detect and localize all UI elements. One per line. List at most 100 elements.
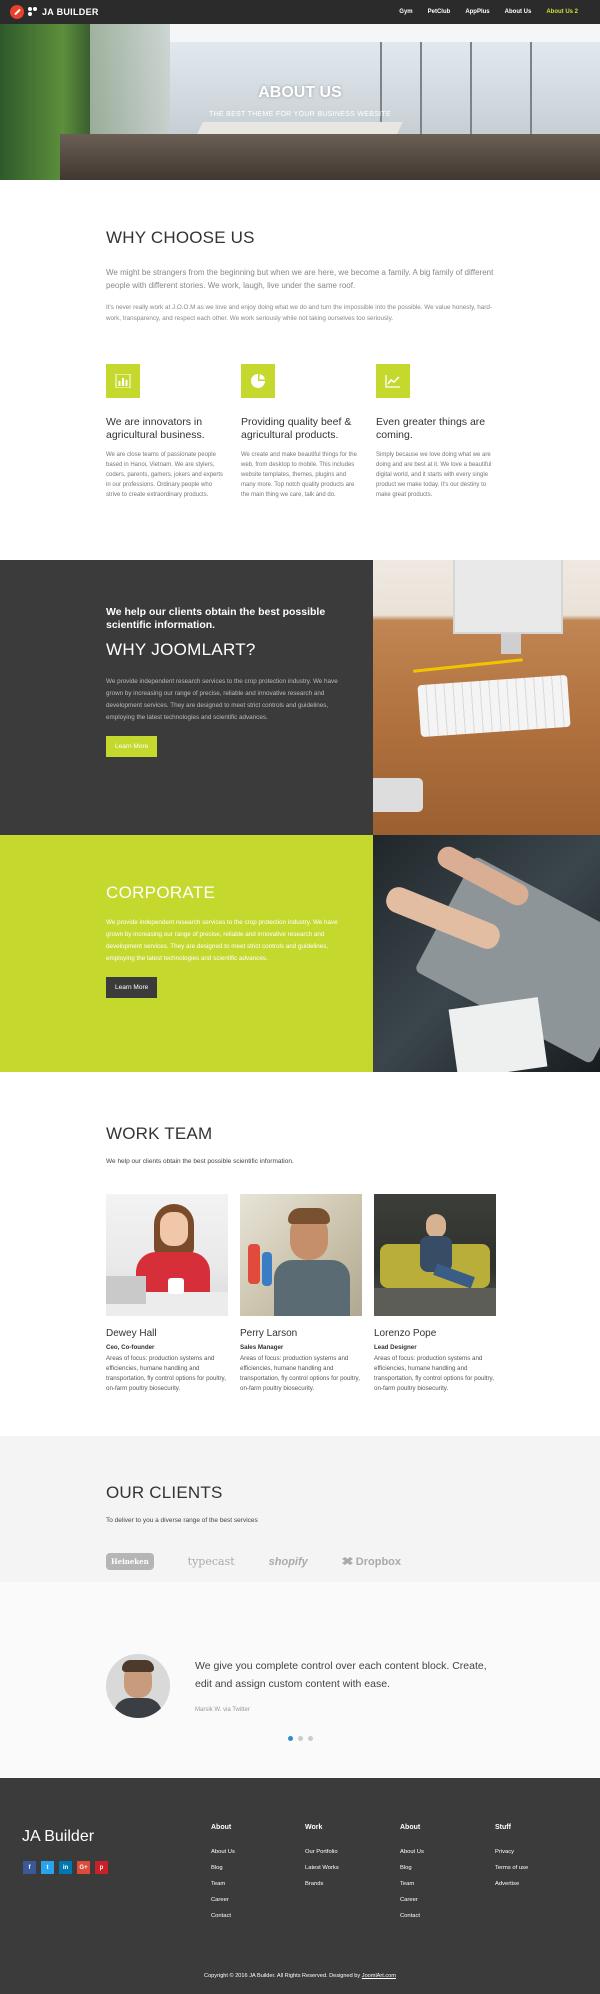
menu-item-about-us-2[interactable]: About Us 2 [546, 9, 578, 15]
feature-text: Simply because we love doing what we are… [376, 452, 492, 498]
member-photo [374, 1194, 496, 1316]
footer-link[interactable]: About Us [211, 1844, 301, 1860]
facebook-icon[interactable]: f [23, 1861, 36, 1874]
footer-link[interactable]: Advertise [495, 1876, 585, 1892]
team-member-card: Perry Larson Sales Manager Areas of focu… [240, 1194, 362, 1394]
clients-section: OUR CLIENTS To deliver to you a diverse … [106, 1483, 496, 1524]
client-logos: Heineken typecast shopify Dropbox [106, 1553, 506, 1570]
carousel-dots [288, 1736, 313, 1741]
footer-link[interactable]: Team [211, 1876, 301, 1892]
footer-column-work: Work Our Portfolio Latest Works Brands [305, 1824, 395, 1892]
footer-link[interactable]: Brands [305, 1876, 395, 1892]
footer-column-about-2: About About Us Blog Team Career Contact [400, 1824, 490, 1924]
logo-icon[interactable] [10, 5, 24, 19]
team-member-card: Dewey Hall Ceo, Co-founder Areas of focu… [106, 1194, 228, 1394]
member-name: Dewey Hall [106, 1328, 157, 1339]
team-title: WORK TEAM [106, 1124, 213, 1143]
pie-chart-icon [241, 364, 275, 398]
footer-link[interactable]: Latest Works [305, 1860, 395, 1876]
hero-banner [0, 24, 600, 180]
brand-name[interactable]: JA BUILDER [42, 7, 99, 17]
why-paragraph: It's never really work at J.O.O.M as we … [106, 304, 492, 322]
footer-brand: JA Builder [22, 1828, 95, 1845]
member-bio: Areas of focus: production systems and e… [106, 1355, 226, 1392]
footer-link[interactable]: Blog [400, 1860, 490, 1876]
copyright: Copyright © 2016 JA Builder. All Rights … [0, 1973, 600, 1979]
carousel-dot-2[interactable] [298, 1736, 303, 1741]
dropbox-label: Dropbox [355, 1555, 402, 1568]
carousel-dot-3[interactable] [308, 1736, 313, 1741]
menu-item-appplus[interactable]: AppPlus [465, 9, 489, 15]
footer: JA Builder f t in G+ p About About Us Bl… [0, 1778, 600, 1994]
menu-item-about-us[interactable]: About Us [505, 9, 532, 15]
feature-text: We create and make beautiful things for … [241, 452, 357, 498]
member-role: Ceo, Co-founder [106, 1344, 155, 1351]
dropbox-logo[interactable]: Dropbox [341, 1555, 402, 1568]
clients-subtitle: To deliver to you a diverse range of the… [106, 1517, 258, 1524]
member-photo [106, 1194, 228, 1316]
footer-link[interactable]: Career [400, 1892, 490, 1908]
member-name: Perry Larson [240, 1328, 298, 1339]
heineken-logo[interactable]: Heineken [106, 1553, 154, 1570]
member-role: Lead Designer [374, 1344, 417, 1351]
feature-text: We are close teams of passionate people … [106, 452, 224, 498]
member-bio: Areas of focus: production systems and e… [374, 1355, 494, 1392]
linkedin-icon[interactable]: in [59, 1861, 72, 1874]
feature-title: We are innovators in agricultural busine… [106, 416, 205, 441]
dropbox-icon [341, 1556, 353, 1565]
line-chart-icon [376, 364, 410, 398]
learn-more-button[interactable]: Learn More [106, 977, 158, 998]
shopify-logo[interactable]: shopify [269, 1556, 308, 1568]
features-row: We are innovators in agricultural busine… [106, 364, 496, 500]
joomlart-kicker: We help our clients obtain the best poss… [106, 606, 326, 631]
google-plus-icon[interactable]: G+ [77, 1861, 90, 1874]
bar-chart-icon [106, 364, 140, 398]
footer-column-about: About About Us Blog Team Career Contact [211, 1824, 301, 1924]
hero-title: ABOUT US [258, 84, 342, 101]
team-member-card: Lorenzo Pope Lead Designer Areas of focu… [374, 1194, 496, 1394]
footer-link[interactable]: Blog [211, 1860, 301, 1876]
member-bio: Areas of focus: production systems and e… [240, 1355, 360, 1392]
copyright-text: Copyright © 2016 JA Builder. All Rights … [204, 1973, 361, 1979]
member-role: Sales Manager [240, 1344, 284, 1351]
learn-more-button[interactable]: Learn More [106, 736, 158, 757]
feature-item: We are innovators in agricultural busine… [106, 364, 224, 500]
why-title: WHY CHOOSE US [106, 228, 255, 247]
desk-photo [373, 560, 600, 835]
social-links: f t in G+ p [23, 1861, 108, 1874]
clients-title: OUR CLIENTS [106, 1483, 223, 1502]
footer-link[interactable]: About Us [400, 1844, 490, 1860]
twitter-icon[interactable]: t [41, 1861, 54, 1874]
why-choose-section: WHY CHOOSE US We might be strangers from… [106, 228, 496, 324]
footer-link[interactable]: Team [400, 1876, 490, 1892]
hero-subtitle: THE BEST THEME FOR YOUR BUSINESS WEBSITE [209, 111, 391, 118]
menu-item-gym[interactable]: Gym [399, 9, 412, 15]
feature-item: Providing quality beef & agricultural pr… [241, 364, 359, 500]
pinterest-icon[interactable]: p [95, 1861, 108, 1874]
footer-link[interactable]: Contact [211, 1908, 301, 1924]
footer-link[interactable]: Terms of use [495, 1860, 585, 1876]
footer-link[interactable]: Our Portfolio [305, 1844, 395, 1860]
feature-title: Even greater things are coming. [376, 416, 486, 441]
testimonial-avatar [106, 1654, 170, 1718]
why-lead: We might be strangers from the beginning… [106, 268, 494, 290]
feature-title: Providing quality beef & agricultural pr… [241, 416, 352, 441]
footer-column-title: About [211, 1824, 232, 1831]
footer-link[interactable]: Career [211, 1892, 301, 1908]
testimonial-cite: Marsik W. via Twitter [195, 1707, 250, 1713]
team-subtitle: We help our clients obtain the best poss… [106, 1158, 294, 1165]
testimonial-quote: We give you complete control over each c… [195, 1660, 487, 1690]
footer-link[interactable]: Contact [400, 1908, 490, 1924]
carousel-dot-1[interactable] [288, 1736, 293, 1741]
team-members: Dewey Hall Ceo, Co-founder Areas of focu… [106, 1194, 496, 1394]
corporate-title: CORPORATE [106, 883, 216, 902]
menu-item-petclub[interactable]: PetClub [428, 9, 451, 15]
copyright-link[interactable]: JoomlArt.com [362, 1973, 396, 1979]
laptop-photo [373, 835, 600, 1072]
typecast-logo[interactable]: typecast [188, 1555, 235, 1568]
member-photo [240, 1194, 362, 1316]
footer-column-stuff: Stuff Privacy Terms of use Advertise [495, 1824, 585, 1892]
hero-conference-table [197, 122, 403, 134]
footer-column-title: Stuff [495, 1824, 511, 1831]
footer-link[interactable]: Privacy [495, 1844, 585, 1860]
